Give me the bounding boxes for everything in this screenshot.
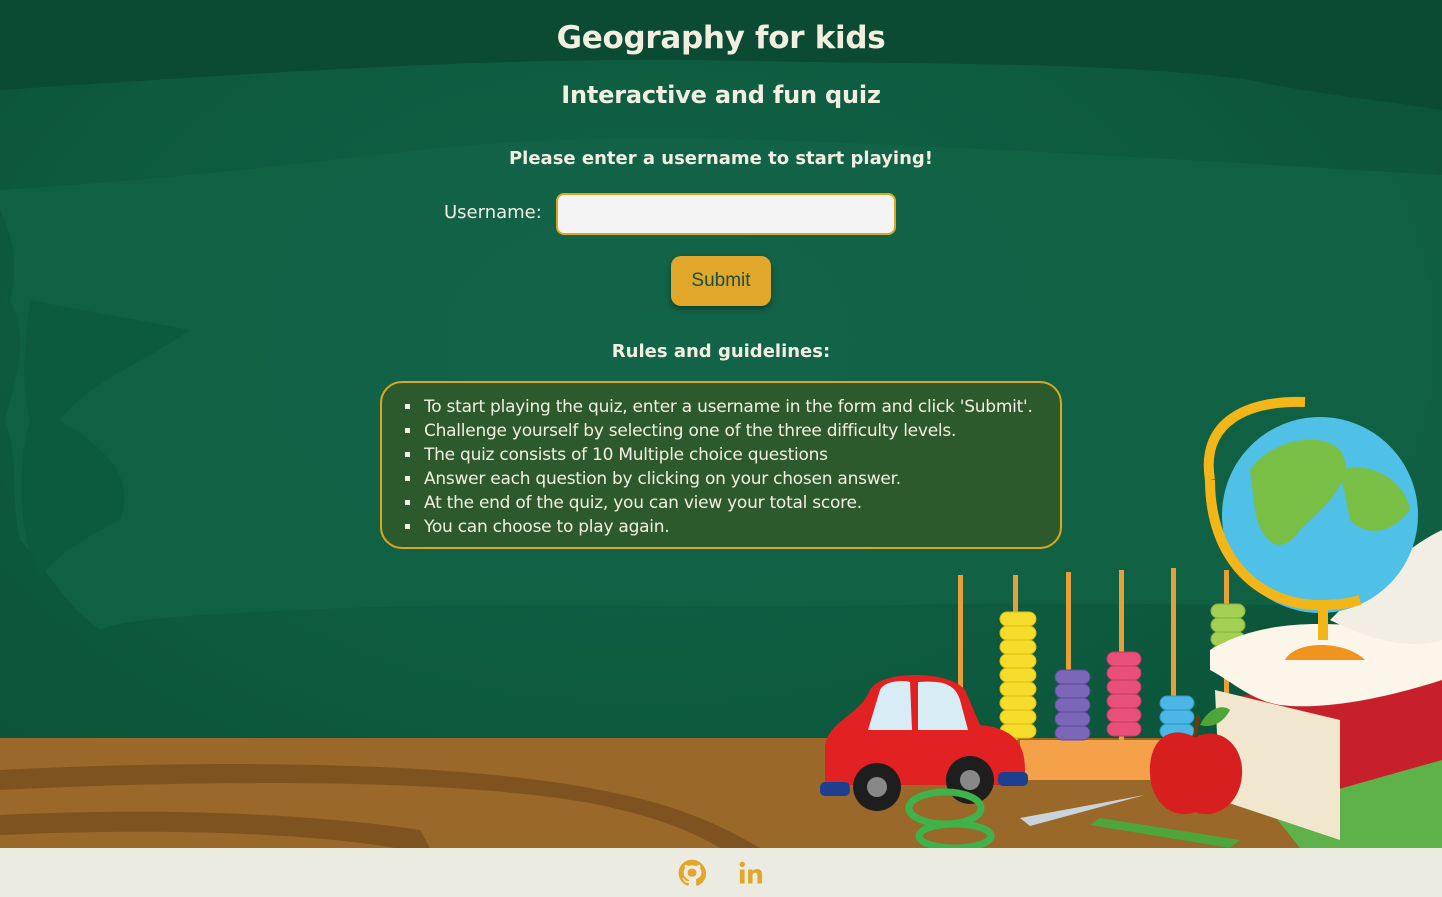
username-input[interactable] <box>556 193 896 235</box>
rules-item: At the end of the quiz, you can view you… <box>422 491 1050 515</box>
username-form: Username: <box>0 193 1442 235</box>
rules-item: Challenge yourself by selecting one of t… <box>422 419 1050 443</box>
rules-list: To start playing the quiz, enter a usern… <box>422 395 1050 539</box>
rules-item: The quiz consists of 10 Multiple choice … <box>422 443 1050 467</box>
rules-item: To start playing the quiz, enter a usern… <box>422 395 1050 419</box>
username-prompt: Please enter a username to start playing… <box>508 148 933 169</box>
page-title: Geography for kids <box>556 20 886 56</box>
submit-button[interactable]: Submit <box>671 256 771 306</box>
github-icon[interactable] <box>678 859 707 887</box>
footer <box>0 848 1442 897</box>
rules-box: To start playing the quiz, enter a usern… <box>380 381 1062 549</box>
rules-title: Rules and guidelines: <box>611 341 831 362</box>
rules-item: Answer each question by clicking on your… <box>422 467 1050 491</box>
page-subtitle: Interactive and fun quiz <box>561 81 881 109</box>
rules-item: You can choose to play again. <box>422 515 1050 539</box>
linkedin-icon[interactable] <box>737 859 765 887</box>
username-label: Username: <box>444 202 542 223</box>
